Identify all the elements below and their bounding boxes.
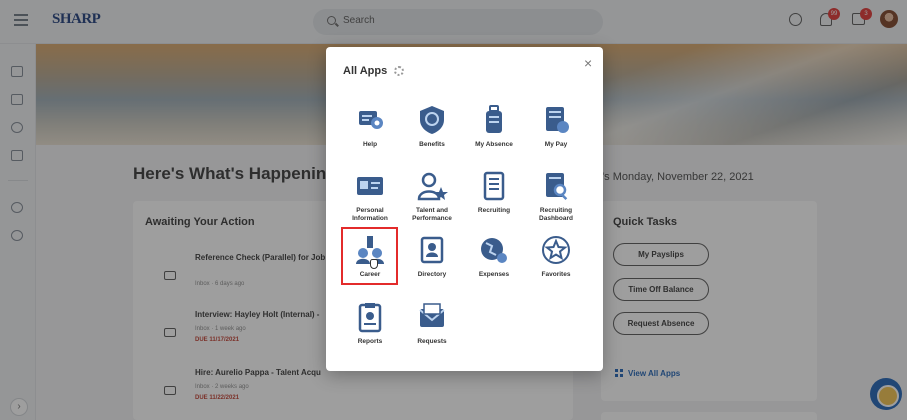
pay-document-icon	[546, 107, 569, 133]
app-my-absence[interactable]: My Absence	[464, 103, 524, 165]
app-my-pay[interactable]: My Pay	[526, 103, 586, 165]
settings-gear-icon[interactable]	[394, 66, 404, 76]
app-expenses[interactable]: Expenses	[464, 233, 524, 295]
app-recruiting[interactable]: Recruiting	[464, 169, 524, 231]
app-label: Reports	[357, 338, 383, 345]
career-highlight-box	[341, 227, 398, 285]
report-clipboard-icon	[358, 303, 382, 333]
app-label: Talent and Performance	[412, 207, 452, 222]
app-personal-information[interactable]: Personal Information	[340, 169, 400, 231]
app-label: Recruiting	[477, 207, 511, 214]
app-talent-and-performance[interactable]: Talent and Performance	[402, 169, 462, 231]
app-directory[interactable]: Directory	[402, 233, 462, 295]
app-label: Favorites	[541, 271, 571, 278]
app-label: Requests	[417, 338, 447, 345]
app-label: My Absence	[475, 141, 513, 148]
dashboard-search-icon	[546, 173, 568, 201]
person-star-icon	[417, 172, 448, 201]
benefits-shield-icon	[420, 106, 444, 134]
app-favorites[interactable]: Favorites	[526, 233, 586, 295]
modal-title: All Apps	[343, 65, 388, 77]
luggage-icon	[486, 105, 502, 133]
app-requests[interactable]: Requests	[402, 300, 462, 362]
help-icon	[359, 111, 383, 129]
all-apps-modal: All Apps × Help Benefits My Absence My P…	[326, 47, 603, 371]
app-label: Recruiting Dashboard	[539, 207, 573, 222]
app-label: Benefits	[419, 141, 445, 148]
app-label: Directory	[417, 271, 447, 278]
app-label: My Pay	[544, 141, 568, 148]
app-recruiting-dashboard[interactable]: Recruiting Dashboard	[526, 169, 586, 231]
app-label: Help	[362, 141, 378, 148]
id-card-icon	[357, 177, 383, 195]
app-label: Expenses	[478, 271, 510, 278]
app-help[interactable]: Help	[340, 103, 400, 165]
directory-book-icon	[420, 236, 444, 264]
recruiting-document-icon	[483, 171, 505, 201]
app-benefits[interactable]: Benefits	[402, 103, 462, 165]
close-button[interactable]: ×	[584, 55, 592, 71]
app-label: Personal Information	[352, 207, 388, 222]
app-reports[interactable]: Reports	[340, 300, 400, 362]
envelope-icon	[419, 303, 445, 327]
mouse-cursor	[370, 259, 378, 269]
star-icon	[542, 236, 570, 264]
expenses-globe-icon	[481, 238, 507, 263]
